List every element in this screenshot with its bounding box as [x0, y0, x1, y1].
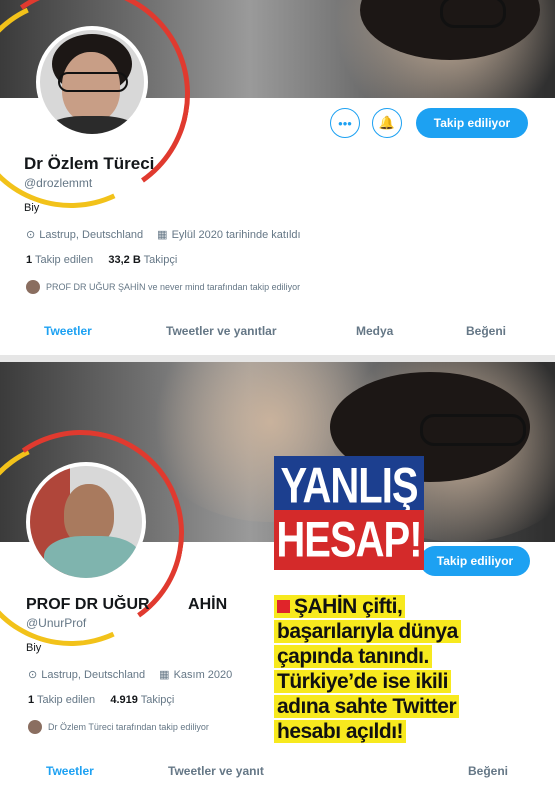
tab-media[interactable]: Medya: [356, 324, 393, 338]
tab-likes[interactable]: Beğeni: [468, 764, 508, 778]
sub-line-4: Türkiye’de ise ikili: [274, 670, 451, 693]
tab-tweets-replies[interactable]: Tweetler ve yanıt: [168, 764, 264, 778]
notification-bell-icon: 🔔: [378, 115, 396, 130]
profile-name: PROF DR UĞUR AHİN: [26, 596, 227, 614]
profile-handle: @UnurProf: [26, 616, 87, 630]
avatar-glasses: [58, 72, 128, 92]
tab-tweets[interactable]: Tweetler: [46, 764, 94, 778]
following-button[interactable]: Takip ediliyor: [416, 108, 528, 138]
avatar-shirt: [44, 536, 140, 578]
profile-tabs: Tweetler Tweetler ve yanıt Beğeni: [0, 764, 555, 788]
location-text: Lastrup, Deutschland: [41, 668, 146, 681]
location-text: Lastrup, Deutschland: [39, 228, 144, 241]
sub-line-1-text: ŞAHİN çifti,: [294, 595, 403, 618]
followed-by[interactable]: Dr Özlem Türeci tarafından takip ediliyo…: [28, 720, 209, 734]
profile-name-tail: AHİN: [188, 596, 228, 613]
notification-button[interactable]: 🔔: [372, 108, 402, 138]
calendar-icon: ▦: [159, 669, 170, 681]
follower-avatar: [26, 280, 40, 294]
avatar-shirt: [44, 116, 140, 134]
tab-tweets[interactable]: Tweetler: [44, 324, 92, 338]
tab-tweets-replies[interactable]: Tweetler ve yanıtlar: [166, 324, 277, 338]
profile-meta: ⊙ Lastrup, Deutschland ▦ Eylül 2020 tari…: [26, 228, 301, 242]
profile-name-visible: PROF DR UĞUR: [26, 596, 150, 613]
profile-screenshot-sahin: Takip ediliyor PROF DR UĞUR AHİN @UnurPr…: [0, 362, 555, 788]
profile-name: Dr Özlem Türeci: [24, 154, 155, 173]
profile-screenshot-tureci: ••• 🔔 Takip ediliyor Dr Özlem Türeci @dr…: [0, 0, 555, 355]
followers-count[interactable]: 4.919: [110, 694, 138, 706]
banner-glasses: [440, 0, 506, 28]
more-options-icon: •••: [338, 115, 352, 131]
headline-line-2: HESAP!: [274, 510, 424, 570]
sub-line-2: başarılarıyla dünya: [274, 620, 461, 643]
followers-count[interactable]: 33,2 B: [108, 254, 140, 266]
sub-line-6: hesabı açıldı!: [274, 720, 407, 743]
sub-line-1: ŞAHİN çifti,: [274, 595, 406, 618]
followers-label[interactable]: Takipçi: [144, 254, 178, 266]
profile-stats: 1 Takip edilen 4.919 Takipçi: [28, 694, 174, 706]
profile-meta: ⊙ Lastrup, Deutschland ▦ Kasım 2020: [28, 668, 233, 682]
followers-label[interactable]: Takipçi: [141, 694, 175, 706]
news-subheadline: ŞAHİN çifti, başarılarıyla dünya çapında…: [274, 595, 514, 745]
red-bullet-icon: [277, 600, 290, 613]
profile-stats: 1 Takip edilen 33,2 B Takipçi: [26, 254, 177, 266]
calendar-icon: ▦: [157, 229, 168, 241]
following-label[interactable]: Takip edilen: [37, 694, 95, 706]
followed-by[interactable]: PROF DR UĞUR ŞAHİN ve never mind tarafın…: [26, 280, 300, 294]
profile-tabs: Tweetler Tweetler ve yanıtlar Medya Beğe…: [0, 324, 555, 352]
banner-glasses: [420, 414, 526, 446]
profile-handle: @drozlemmt: [24, 176, 93, 190]
following-count[interactable]: 1: [26, 254, 32, 266]
avatar[interactable]: [36, 26, 148, 138]
more-options-button[interactable]: •••: [330, 108, 360, 138]
follower-avatar: [28, 720, 42, 734]
tab-likes[interactable]: Beğeni: [466, 324, 506, 338]
sub-line-3: çapında tanındı.: [274, 645, 432, 668]
avatar[interactable]: [26, 462, 146, 582]
screenshot-separator: [0, 355, 555, 362]
location-pin-icon: ⊙: [26, 229, 36, 241]
joined-text: Kasım 2020: [173, 668, 233, 681]
sub-line-5: adına sahte Twitter: [274, 695, 460, 718]
headline-line-1: YANLIŞ: [274, 456, 424, 516]
following-count[interactable]: 1: [28, 694, 34, 706]
followed-by-text: Dr Özlem Türeci tarafından takip ediliyo…: [48, 722, 209, 732]
joined-text: Eylül 2020 tarihinde katıldı: [171, 228, 301, 241]
following-label[interactable]: Takip edilen: [35, 254, 93, 266]
followed-by-text: PROF DR UĞUR ŞAHİN ve never mind tarafın…: [46, 282, 301, 292]
profile-bio: Biy: [24, 202, 40, 214]
profile-bio: Biy: [26, 642, 42, 654]
news-headline: YANLIŞ HESAP!: [274, 456, 424, 570]
following-button[interactable]: Takip ediliyor: [420, 546, 530, 576]
location-pin-icon: ⊙: [28, 669, 38, 681]
